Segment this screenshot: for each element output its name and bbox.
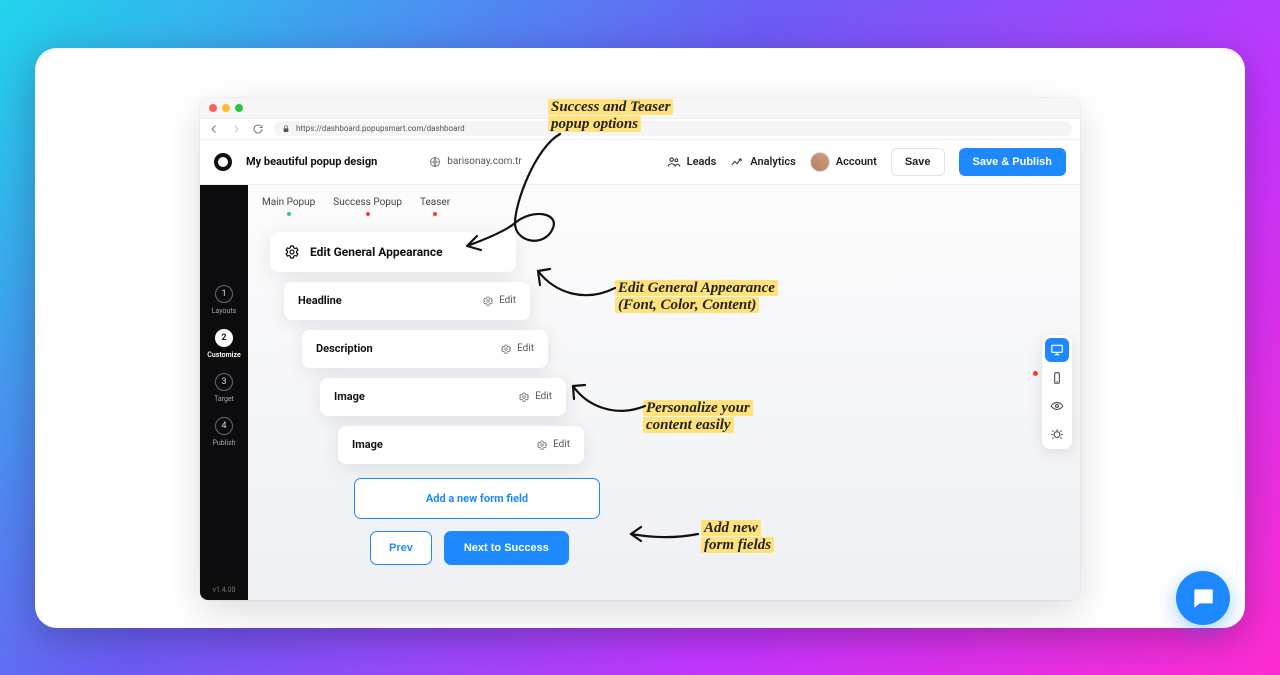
users-icon	[667, 155, 681, 169]
gear-icon	[536, 439, 548, 451]
eye-icon	[1050, 399, 1064, 413]
tab-success-popup[interactable]: Success Popup	[333, 197, 402, 216]
logo-icon[interactable]	[214, 153, 232, 171]
back-icon[interactable]	[208, 123, 220, 135]
preview-visibility-button[interactable]	[1045, 394, 1069, 418]
screenshot-frame: https://dashboard.popupsmart.com/dashboa…	[35, 48, 1245, 628]
annotation-appearance: Edit General Appearance (Font, Color, Co…	[615, 280, 778, 315]
globe-icon	[429, 156, 441, 168]
nav-leads[interactable]: Leads	[667, 155, 717, 169]
project-title: My beautiful popup design	[246, 155, 377, 168]
arrow-icon	[530, 263, 620, 308]
gear-icon	[518, 391, 530, 403]
field-headline[interactable]: Headline Edit	[284, 282, 530, 320]
reload-icon[interactable]	[252, 123, 264, 135]
mobile-icon	[1050, 371, 1064, 385]
field-image-1[interactable]: Image Edit	[320, 378, 566, 416]
help-chat-button[interactable]	[1176, 571, 1230, 625]
desktop-icon	[1050, 343, 1064, 357]
status-dot-icon	[1033, 371, 1038, 376]
rail-step-customize[interactable]: 2 Customize	[207, 329, 240, 359]
gear-icon	[284, 244, 300, 260]
preview-debug-button[interactable]	[1045, 422, 1069, 446]
field-image-2[interactable]: Image Edit	[338, 426, 584, 464]
edit-button[interactable]: Edit	[482, 295, 516, 307]
status-dot-icon	[433, 212, 437, 216]
add-form-field-button[interactable]: Add a new form field	[354, 478, 600, 519]
lock-icon	[282, 125, 290, 133]
arrow-icon	[565, 378, 650, 423]
rail-step-target[interactable]: 3 Target	[214, 373, 234, 403]
chat-icon	[1190, 585, 1216, 611]
bug-icon	[1050, 427, 1064, 441]
preview-desktop-button[interactable]	[1045, 338, 1069, 362]
gear-icon	[500, 343, 512, 355]
gear-icon	[482, 295, 494, 307]
traffic-light-zoom[interactable]	[235, 104, 243, 112]
annotation-add-fields: Add new form fields	[701, 520, 774, 555]
popup-tabs: Main Popup Success Popup Teaser	[262, 197, 1080, 216]
url-text: https://dashboard.popupsmart.com/dashboa…	[296, 124, 465, 133]
arrow-icon	[623, 523, 703, 545]
arrow-icon	[455, 128, 565, 258]
nav-account[interactable]: Account	[810, 152, 877, 172]
tab-main-popup[interactable]: Main Popup	[262, 197, 315, 216]
version-label: v1.4.00	[213, 586, 236, 594]
annotation-tabs: Success and Teaser popup options	[548, 99, 673, 134]
prev-button[interactable]: Prev	[370, 531, 432, 565]
annotation-personalize: Personalize your content easily	[643, 400, 753, 435]
next-button[interactable]: Next to Success	[444, 531, 569, 565]
traffic-light-close[interactable]	[209, 104, 217, 112]
preview-mobile-button[interactable]	[1045, 366, 1069, 390]
edit-button[interactable]: Edit	[500, 343, 534, 355]
save-publish-button[interactable]: Save & Publish	[959, 148, 1066, 176]
forward-icon[interactable]	[230, 123, 242, 135]
app-toolbar: My beautiful popup design barisonay.com.…	[200, 140, 1080, 185]
rail-step-layouts[interactable]: 1 Layouts	[212, 285, 237, 315]
field-description[interactable]: Description Edit	[302, 330, 548, 368]
status-dot-icon	[366, 212, 370, 216]
tab-teaser[interactable]: Teaser	[420, 197, 450, 216]
save-button[interactable]: Save	[891, 148, 945, 176]
status-dot-icon	[287, 212, 291, 216]
preview-toolbar	[1042, 335, 1072, 449]
step-rail: 1 Layouts 2 Customize 3 Target 4 Publish…	[200, 185, 248, 600]
edit-button[interactable]: Edit	[536, 439, 570, 451]
nav-analytics[interactable]: Analytics	[730, 155, 796, 169]
traffic-light-minimize[interactable]	[222, 104, 230, 112]
rail-step-publish[interactable]: 4 Publish	[212, 417, 235, 447]
analytics-icon	[730, 155, 744, 169]
edit-button[interactable]: Edit	[518, 391, 552, 403]
avatar-icon	[810, 152, 830, 172]
